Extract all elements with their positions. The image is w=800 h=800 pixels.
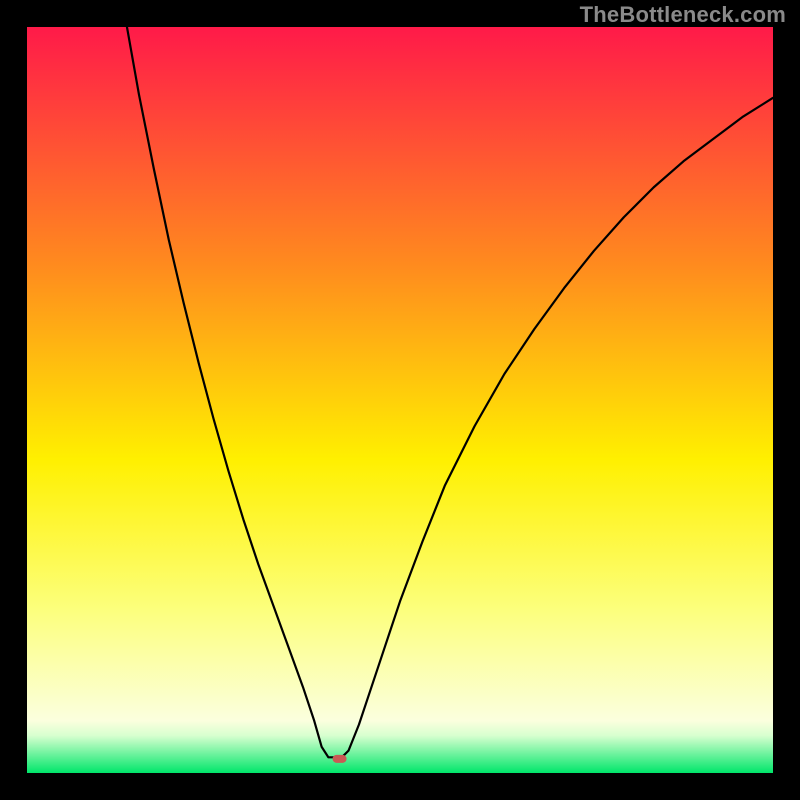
- watermark-text: TheBottleneck.com: [580, 2, 786, 28]
- bottleneck-chart: [27, 27, 773, 773]
- gradient-background: [27, 27, 773, 773]
- chart-frame: TheBottleneck.com: [0, 0, 800, 800]
- minimum-marker: [333, 755, 347, 763]
